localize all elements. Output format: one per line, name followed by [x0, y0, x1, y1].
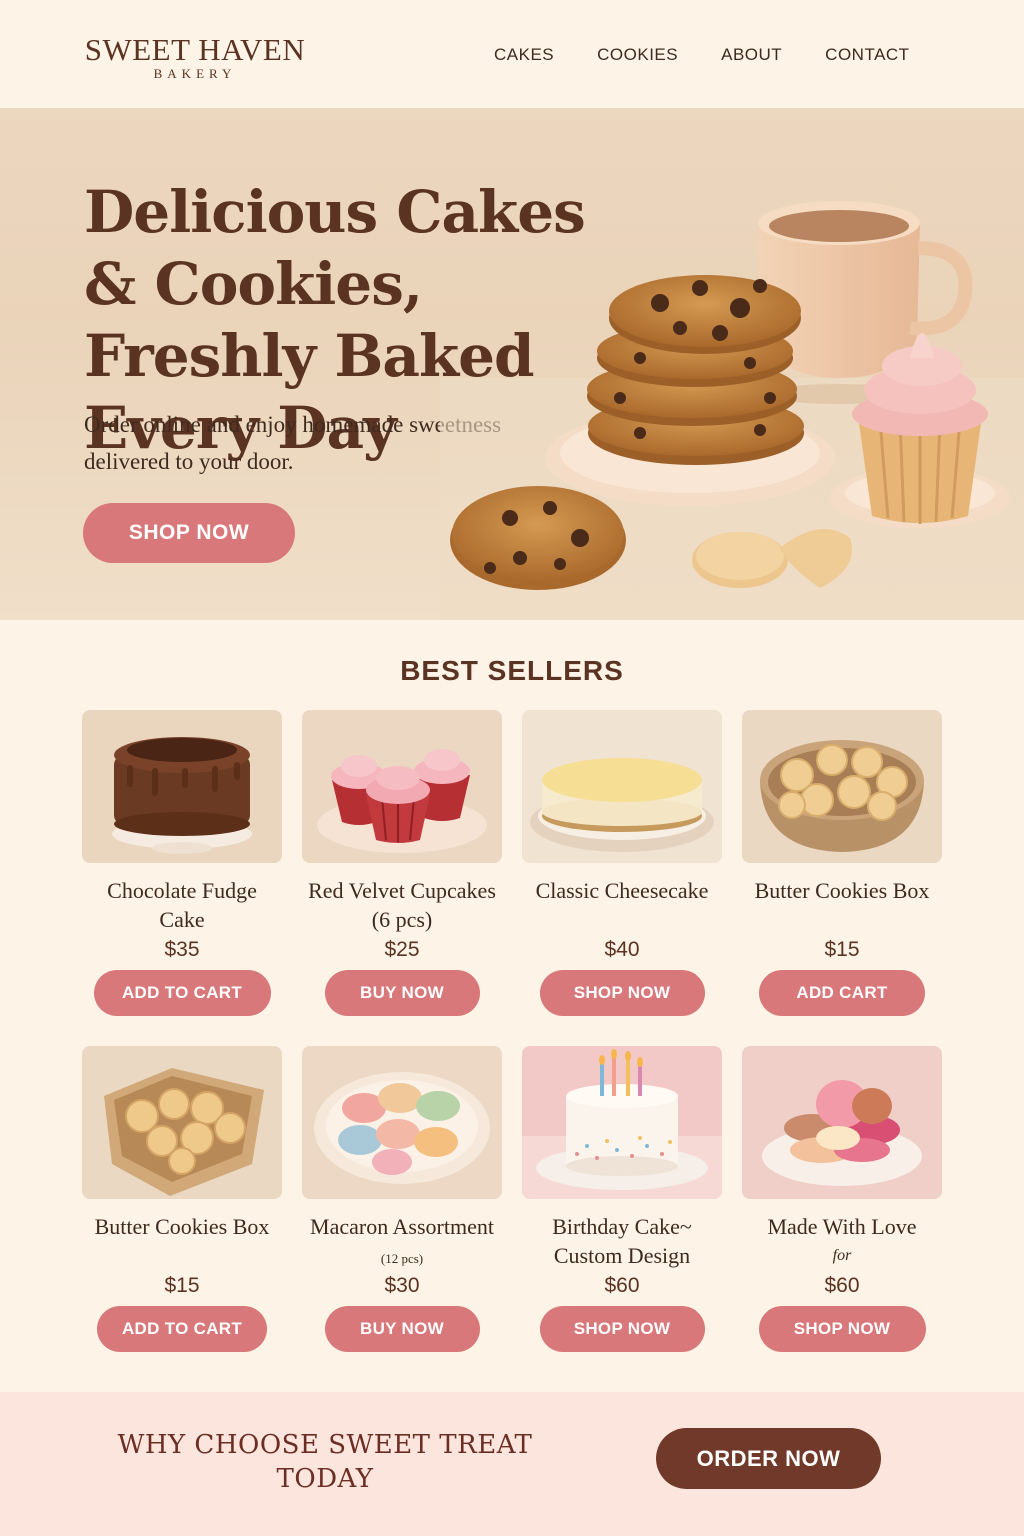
product-name-text: Macaron Assortment — [310, 1214, 494, 1239]
butter-cookies-bowl-image[interactable] — [742, 710, 942, 863]
product-name: Macaron Assortment (12 pcs) — [302, 1212, 502, 1270]
add-to-cart-button[interactable]: ADD TO CART — [93, 970, 271, 1016]
macarons-image[interactable] — [302, 1046, 502, 1199]
best-sellers-title: BEST SELLERS — [400, 655, 624, 686]
product-name-qty: (12 pcs) — [380, 1251, 424, 1266]
product-name: Butter Cookies Box — [754, 878, 930, 903]
product-name: Chocolate Fudge Cake — [107, 878, 257, 932]
product-card: Macaron Assortment (12 pcs) $30 BUY NOW — [302, 1046, 502, 1352]
logo-name: SWEET HAVEN — [84, 32, 306, 67]
product-card: Made With Love for $60 SHOP NOW — [742, 1046, 942, 1352]
product-name: Classic Cheesecake — [535, 878, 709, 903]
shop-now-button[interactable]: SHOP NOW — [83, 503, 295, 563]
product-price: $30 — [384, 1274, 420, 1297]
buy-now-button[interactable]: BUY NOW — [324, 970, 480, 1016]
nav-about[interactable]: ABOUT — [721, 45, 782, 65]
main-nav: CAKES COOKIES ABOUT CONTACT — [494, 45, 953, 65]
product-card: Butter Cookies Box $15 ADD TO CART — [82, 1046, 282, 1352]
logo-sub: BAKERY — [153, 66, 237, 81]
hero-section: Delicious Cakes & Cookies, Freshly Baked… — [0, 108, 1024, 620]
product-price: $40 — [604, 938, 640, 961]
sweets-plate-image[interactable] — [742, 1046, 942, 1199]
order-now-button[interactable]: ORDER NOW — [656, 1428, 881, 1489]
product-name: Butter Cookies Box — [94, 1214, 270, 1239]
why-choose-heading: WHY CHOOSE SWEET TREAT TODAY — [117, 1430, 533, 1494]
buy-now-button[interactable]: BUY NOW — [324, 1306, 480, 1352]
nav-cakes[interactable]: CAKES — [494, 45, 554, 65]
hero-baked-goods-image — [440, 201, 1024, 620]
product-name: Birthday Cake~ Custom Design — [552, 1214, 692, 1268]
site-header: SWEET HAVEN BAKERY CAKES COOKIES ABOUT C… — [0, 0, 1024, 108]
nav-contact[interactable]: CONTACT — [825, 45, 909, 65]
shop-now-button[interactable]: SHOP NOW — [758, 1306, 926, 1352]
butter-cookies-box-image[interactable] — [82, 1046, 282, 1199]
product-card: Red Velvet Cupcakes (6 pcs) $25 BUY NOW — [302, 710, 502, 1016]
nav-cookies[interactable]: COOKIES — [597, 45, 678, 65]
product-card: Butter Cookies Box $15 ADD CART — [742, 710, 942, 1016]
product-name-text: Made With Love — [767, 1214, 917, 1239]
shop-now-button[interactable]: SHOP NOW — [539, 970, 705, 1016]
add-to-cart-button[interactable]: ADD TO CART — [97, 1306, 267, 1352]
logo[interactable]: SWEET HAVEN BAKERY — [80, 33, 310, 81]
product-name: Made With Love for — [742, 1212, 942, 1270]
birthday-cake-image[interactable] — [522, 1046, 722, 1199]
red-velvet-cupcakes-image[interactable] — [302, 710, 502, 863]
product-card: Birthday Cake~ Custom Design $60 SHOP NO… — [522, 1046, 722, 1352]
product-price: $35 — [164, 938, 200, 961]
product-price: $60 — [604, 1274, 640, 1297]
product-price: $15 — [824, 938, 860, 961]
product-card: Chocolate Fudge Cake $35 ADD TO CART — [82, 710, 282, 1016]
product-price: $25 — [384, 938, 420, 961]
product-name: Red Velvet Cupcakes (6 pcs) — [308, 878, 496, 932]
chocolate-cake-image[interactable] — [82, 710, 282, 863]
product-name-line2: for — [832, 1247, 852, 1264]
product-card: Classic Cheesecake $40 SHOP NOW — [522, 710, 722, 1016]
why-choose-banner: WHY CHOOSE SWEET TREAT TODAY ORDER NOW — [0, 1392, 1024, 1536]
shop-now-button[interactable]: SHOP NOW — [539, 1306, 705, 1352]
product-price: $60 — [824, 1274, 860, 1297]
add-cart-button[interactable]: ADD CART — [759, 970, 925, 1016]
product-price: $15 — [164, 1274, 200, 1297]
cheesecake-image[interactable] — [522, 710, 722, 863]
